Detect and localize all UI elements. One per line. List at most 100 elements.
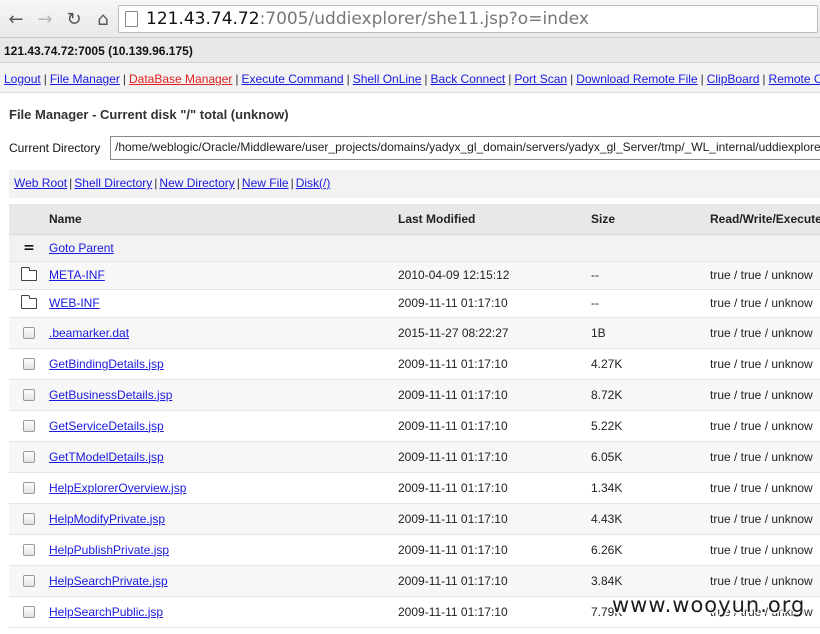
- last-modified-cell: 2009-11-11 01:17:10: [398, 503, 591, 535]
- forward-arrow-icon[interactable]: →: [33, 7, 57, 31]
- page-icon: [125, 11, 138, 27]
- directory-row: META-INF 2010-04-09 12:15:12 -- true / true…: [9, 261, 820, 290]
- file-select-checkbox[interactable]: [23, 544, 35, 557]
- size-cell: 4.43K: [591, 503, 710, 535]
- menu-item-clipboard[interactable]: ClipBoard: [707, 72, 760, 86]
- table-header-row: Name Last Modified Size Read/Write/Execu…: [9, 204, 820, 235]
- quick-link-new-directory[interactable]: New Directory: [159, 176, 234, 190]
- last-modified-cell: 2010-04-09 12:15:12: [398, 261, 591, 290]
- header-icon-col: [9, 204, 49, 235]
- file-select-checkbox[interactable]: [23, 327, 35, 340]
- file-link[interactable]: HelpPublishPrivate.jsp: [49, 543, 169, 557]
- last-modified-cell: 2009-11-11 01:17:10: [398, 534, 591, 566]
- quick-link-web-root[interactable]: Web Root: [14, 176, 67, 190]
- main-menu: Logout | File Manager | DataBase Manager | Exe…: [0, 63, 820, 93]
- permissions-cell: true / true / unknow: [710, 410, 820, 442]
- quick-link-shell-directory[interactable]: Shell Directory: [74, 176, 152, 190]
- column-header-modified: Last Modified: [398, 204, 591, 235]
- address-bar[interactable]: 121.43.74.72:7005/uddiexplorer/she11.jsp…: [118, 5, 818, 33]
- file-row: HelpPublishPrivate.jsp 2009-11-11 01:17:1…: [9, 534, 820, 566]
- file-select-checkbox[interactable]: [23, 513, 35, 526]
- permissions-cell: true / true / unknow: [710, 472, 820, 504]
- menu-separator: |: [570, 72, 574, 86]
- size-cell: --: [591, 261, 710, 290]
- file-select-checkbox[interactable]: [23, 606, 35, 619]
- column-header-rwx: Read/Write/Execute: [710, 204, 820, 235]
- file-row: HelpSearchPrivate.jsp 2009-11-11 01:17:10…: [9, 565, 820, 597]
- browser-toolbar: ← → ↻ ⌂ 121.43.74.72:7005/uddiexplorer/s…: [0, 0, 820, 38]
- permissions-cell: true / true / unknow: [710, 534, 820, 566]
- url-path: :7005/uddiexplorer/she11.jsp?o=index: [259, 9, 589, 29]
- menu-item-back-connect[interactable]: Back Connect: [431, 72, 506, 86]
- last-modified-cell: 2009-11-11 01:17:10: [398, 596, 591, 628]
- file-select-checkbox[interactable]: [23, 451, 35, 464]
- permissions-cell: true / true / unknow: [710, 441, 820, 473]
- menu-item-execute-command[interactable]: Execute Command: [242, 72, 344, 86]
- file-row: HelpModifyPrivate.jsp 2009-11-11 01:17:10…: [9, 503, 820, 535]
- file-select-checkbox[interactable]: [23, 482, 35, 495]
- file-row: GetBusinessDetails.jsp 2009-11-11 01:17:1…: [9, 379, 820, 411]
- file-link[interactable]: GetBindingDetails.jsp: [49, 357, 164, 371]
- directory-link[interactable]: META-INF: [49, 268, 105, 282]
- permissions-cell: true / true / unknow: [710, 379, 820, 411]
- url-host: 121.43.74.72: [146, 9, 260, 29]
- file-table: Name Last Modified Size Read/Write/Execu…: [9, 204, 820, 628]
- current-directory-input[interactable]: /home/weblogic/Oracle/Middleware/user_pr…: [110, 136, 820, 160]
- last-modified-cell: 2009-11-11 01:17:10: [398, 565, 591, 597]
- menu-item-download-remote-file[interactable]: Download Remote File: [576, 72, 697, 86]
- file-link[interactable]: .beamarker.dat: [49, 326, 129, 340]
- last-modified-cell: 2009-11-11 01:17:10: [398, 348, 591, 380]
- link-separator: |: [236, 176, 240, 190]
- size-cell: 4.27K: [591, 348, 710, 380]
- file-row: GetTModelDetails.jsp 2009-11-11 01:17:10 6…: [9, 441, 820, 473]
- file-link[interactable]: HelpSearchPrivate.jsp: [49, 574, 168, 588]
- file-link[interactable]: HelpSearchPublic.jsp: [49, 605, 163, 619]
- file-link[interactable]: GetServiceDetails.jsp: [49, 419, 164, 433]
- parent-icon-cell: =: [9, 234, 49, 262]
- column-header-size: Size: [591, 204, 710, 235]
- goto-parent-link[interactable]: Goto Parent: [49, 241, 114, 255]
- menu-separator: |: [43, 72, 47, 86]
- size-cell: --: [591, 289, 710, 318]
- file-select-checkbox[interactable]: [23, 420, 35, 433]
- file-link[interactable]: HelpExplorerOverview.jsp: [49, 481, 186, 495]
- quick-link-new-file[interactable]: New File: [242, 176, 289, 190]
- quick-links: Web Root | Shell Directory | New Directory | N…: [9, 170, 820, 198]
- home-icon[interactable]: ⌂: [91, 7, 115, 31]
- menu-separator: |: [508, 72, 512, 86]
- menu-item-database-manager[interactable]: DataBase Manager: [129, 72, 232, 86]
- link-separator: |: [69, 176, 73, 190]
- menu-item-logout[interactable]: Logout: [4, 72, 41, 86]
- menu-item-shell-online[interactable]: Shell OnLine: [353, 72, 422, 86]
- menu-item-remote-control[interactable]: Remote Control: [769, 72, 820, 86]
- file-link[interactable]: GetTModelDetails.jsp: [49, 450, 164, 464]
- link-separator: |: [154, 176, 158, 190]
- permissions-cell: true / true / unknow: [710, 348, 820, 380]
- permissions-cell: true / true / unknow: [710, 565, 820, 597]
- file-select-checkbox[interactable]: [23, 358, 35, 371]
- directory-row: WEB-INF 2009-11-11 01:17:10 -- true / true …: [9, 289, 820, 318]
- file-row: .beamarker.dat 2015-11-27 08:22:27 1B true …: [9, 317, 820, 349]
- file-link[interactable]: GetBusinessDetails.jsp: [49, 388, 172, 402]
- watermark-text: www.wooyun.org: [612, 593, 806, 617]
- file-select-checkbox[interactable]: [23, 389, 35, 402]
- menu-item-port-scan[interactable]: Port Scan: [514, 72, 567, 86]
- last-modified-cell: 2015-11-27 08:22:27: [398, 317, 591, 349]
- permissions-cell: true / true / unknow: [710, 261, 820, 290]
- directory-link[interactable]: WEB-INF: [49, 296, 100, 310]
- size-cell: 3.84K: [591, 565, 710, 597]
- file-link[interactable]: HelpModifyPrivate.jsp: [49, 512, 165, 526]
- parent-icon: =: [23, 239, 35, 256]
- size-cell: 6.26K: [591, 534, 710, 566]
- reload-icon[interactable]: ↻: [62, 7, 86, 31]
- folder-icon: [21, 295, 37, 310]
- file-select-checkbox[interactable]: [23, 575, 35, 588]
- permissions-cell: true / true / unknow: [710, 317, 820, 349]
- permissions-cell: true / true / unknow: [710, 289, 820, 318]
- permissions-cell: true / true / unknow: [710, 503, 820, 535]
- menu-item-file-manager[interactable]: File Manager: [50, 72, 120, 86]
- goto-parent-row: = Goto Parent: [9, 234, 820, 262]
- back-arrow-icon[interactable]: ←: [4, 7, 28, 31]
- menu-separator: |: [762, 72, 766, 86]
- quick-link-disk[interactable]: Disk(/): [296, 176, 331, 190]
